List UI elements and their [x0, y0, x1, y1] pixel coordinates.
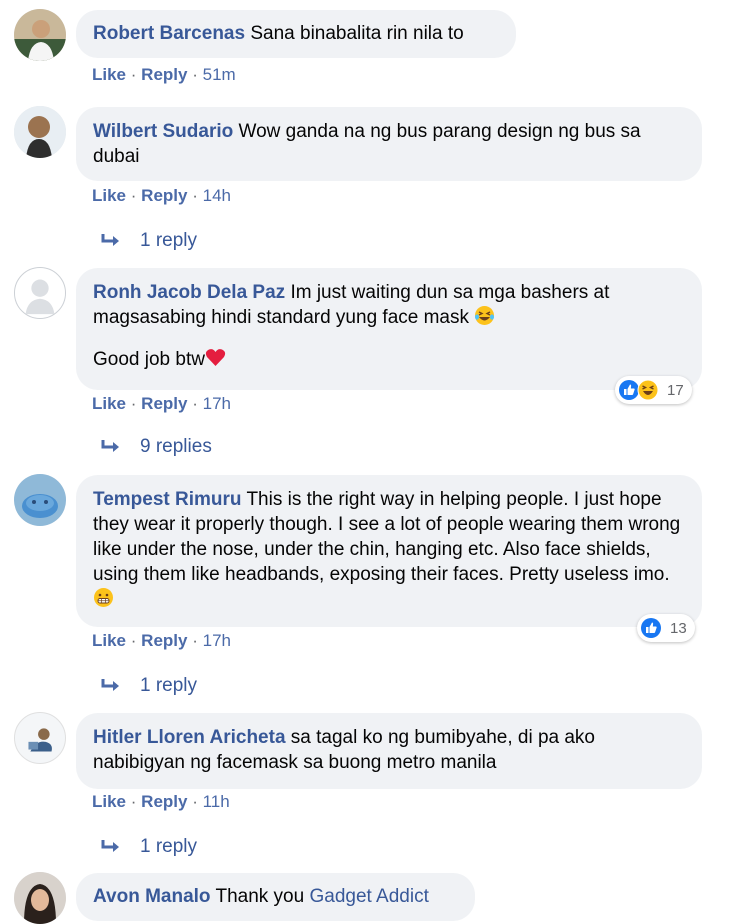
separator: ·	[192, 792, 198, 811]
like-button[interactable]: Like	[92, 631, 126, 650]
comment-bubble: Avon Manalo Thank you Gadget Addict	[76, 873, 475, 921]
reaction-count: 13	[670, 619, 687, 637]
reply-button[interactable]: Reply	[141, 186, 187, 205]
avatar[interactable]	[14, 106, 66, 158]
haha-reaction-icon	[637, 379, 659, 401]
avatar[interactable]	[14, 712, 66, 764]
view-replies-label: 9 replies	[140, 436, 212, 457]
reaction-summary[interactable]: 17	[615, 376, 692, 404]
like-button[interactable]: Like	[92, 792, 126, 811]
separator: ·	[130, 186, 137, 205]
reaction-summary[interactable]: 13	[637, 614, 695, 642]
reply-button[interactable]: Reply	[141, 394, 187, 413]
avatar[interactable]	[14, 9, 66, 61]
comment-text: Sana binabalita rin nila to	[250, 23, 464, 44]
separator: ·	[192, 631, 198, 650]
comment-actions: Like · Reply · 11h	[92, 792, 230, 812]
page-mention-link[interactable]: Gadget Addict	[309, 886, 428, 907]
laughing-tears-emoji	[474, 305, 495, 326]
comment-timestamp[interactable]: 11h	[203, 792, 230, 811]
comment-bubble: Wilbert Sudario Wow ganda na ng bus para…	[76, 107, 702, 181]
reply-button[interactable]: Reply	[141, 792, 187, 811]
comment-author[interactable]: Ronh Jacob Dela Paz	[93, 282, 285, 303]
comment-bubble: Ronh Jacob Dela Paz Im just waiting dun …	[76, 268, 702, 390]
reply-button[interactable]: Reply	[141, 65, 187, 84]
view-replies-link[interactable]: 1 reply	[100, 675, 197, 697]
comment-author[interactable]: Wilbert Sudario	[93, 121, 233, 142]
separator: ·	[130, 631, 137, 650]
comment-timestamp[interactable]: 14h	[203, 186, 231, 205]
comment-paragraph: Ronh Jacob Dela Paz Im just waiting dun …	[93, 280, 684, 330]
separator: ·	[130, 792, 137, 811]
avatar[interactable]	[14, 474, 66, 526]
comment-timestamp[interactable]: 51m	[203, 65, 236, 84]
reaction-count: 17	[667, 381, 684, 399]
reply-arrow-icon	[100, 677, 128, 695]
comment-timestamp[interactable]: 17h	[203, 394, 231, 413]
reply-button[interactable]: Reply	[141, 631, 187, 650]
comment-author[interactable]: Avon Manalo	[93, 886, 211, 907]
comment-text: Good job btw	[93, 349, 205, 370]
like-button[interactable]: Like	[92, 65, 126, 84]
comment-bubble: Robert Barcenas Sana binabalita rin nila…	[76, 10, 516, 58]
view-replies-label: 1 reply	[140, 836, 198, 857]
view-replies-link[interactable]: 1 reply	[100, 230, 197, 252]
reply-arrow-icon	[100, 438, 128, 456]
comment-timestamp[interactable]: 17h	[203, 631, 231, 650]
comment-bubble: Hitler Lloren Aricheta sa tagal ko ng bu…	[76, 713, 702, 789]
separator: ·	[130, 65, 137, 84]
like-reaction-icon	[640, 617, 662, 639]
view-replies-link[interactable]: 1 reply	[100, 836, 197, 858]
avatar[interactable]	[14, 872, 66, 924]
separator: ·	[192, 394, 198, 413]
comment-bubble: Tempest Rimuru This is the right way in …	[76, 475, 702, 627]
separator: ·	[130, 394, 137, 413]
comment-actions: Like · Reply · 14h	[92, 186, 231, 206]
comment-author[interactable]: Robert Barcenas	[93, 23, 245, 44]
comment-text: Thank you	[215, 886, 305, 907]
view-replies-label: 1 reply	[140, 230, 198, 251]
comment-actions: Like · Reply · 51m	[92, 65, 236, 85]
red-heart-emoji	[205, 347, 226, 368]
view-replies-label: 1 reply	[140, 675, 198, 696]
comment-author[interactable]: Hitler Lloren Aricheta	[93, 727, 286, 748]
reply-arrow-icon	[100, 232, 128, 250]
comment-paragraph: Good job btw	[93, 347, 684, 372]
view-replies-link[interactable]: 9 replies	[100, 436, 212, 458]
comment-author[interactable]: Tempest Rimuru	[93, 489, 242, 510]
grimacing-face-emoji	[93, 587, 114, 608]
separator: ·	[192, 65, 198, 84]
like-button[interactable]: Like	[92, 394, 126, 413]
reply-arrow-icon	[100, 838, 128, 856]
comment-actions: Like · Reply · 17h	[92, 631, 231, 651]
comment-actions: Like · Reply · 17h	[92, 394, 231, 414]
avatar[interactable]	[14, 267, 66, 319]
like-button[interactable]: Like	[92, 186, 126, 205]
separator: ·	[192, 186, 198, 205]
